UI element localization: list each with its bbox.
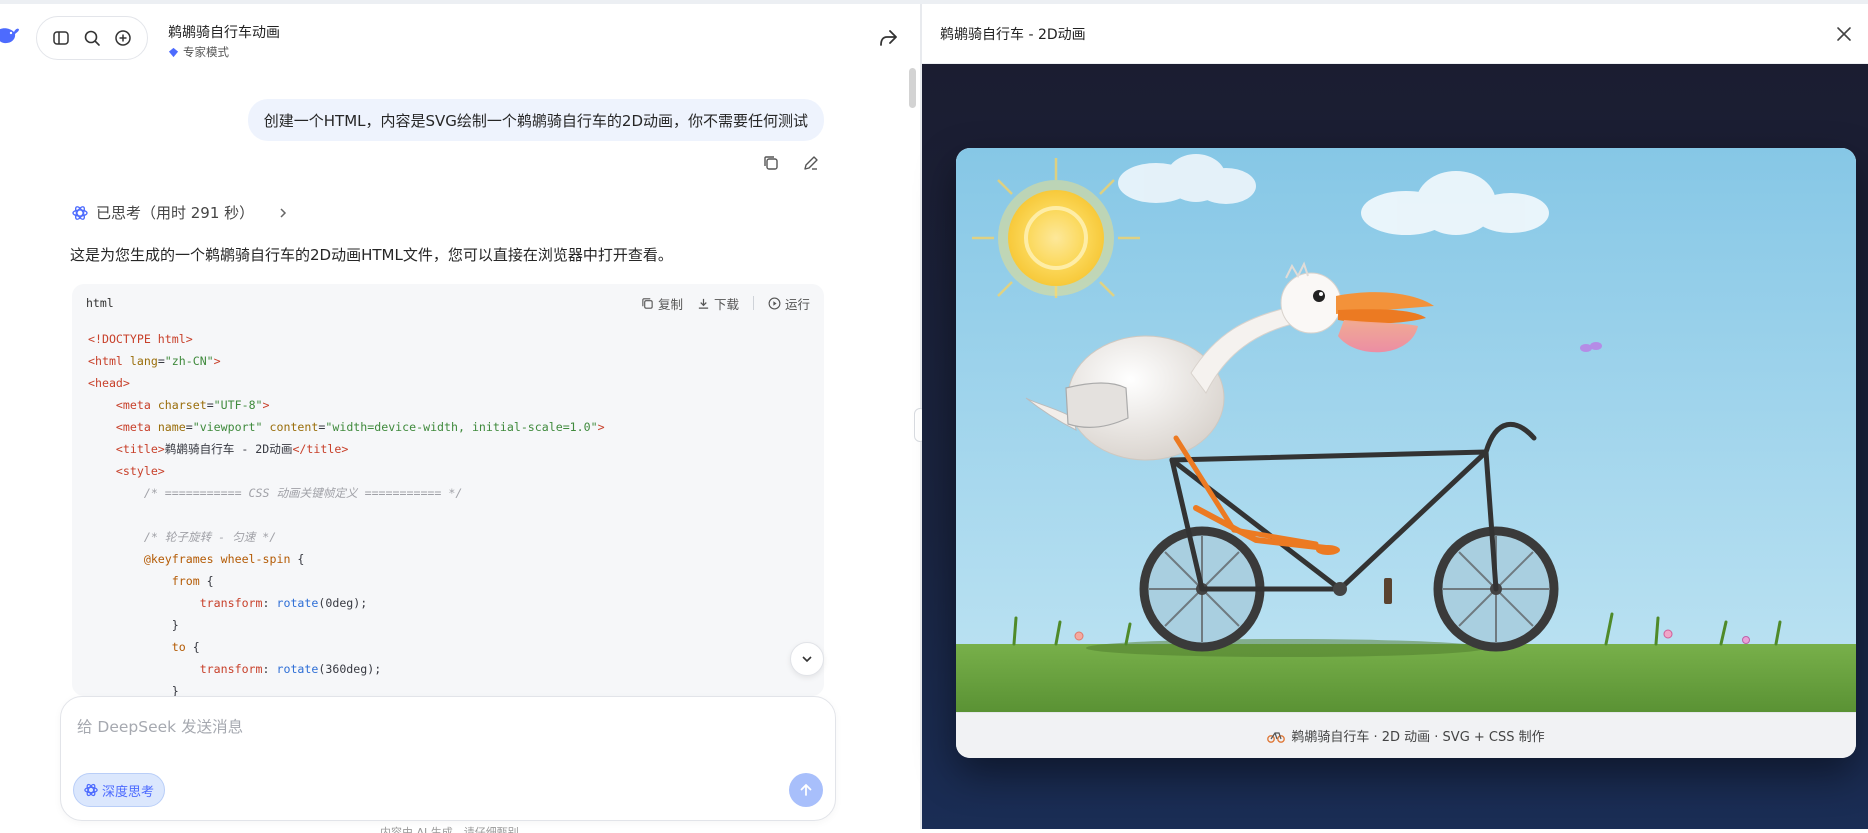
toolbar-pill	[36, 16, 148, 60]
code-block: html 复制 下载 运行 <!DOCTYPE html> <html lang…	[72, 284, 824, 696]
run-icon	[768, 297, 781, 309]
download-button[interactable]: 下载	[697, 294, 739, 313]
sidebar-toggle-button[interactable]	[47, 24, 75, 52]
assistant-reply: 这是为您生成的一个鹈鹕骑自行车的2D动画HTML文件，您可以直接在浏览器中打开查…	[70, 246, 673, 264]
thought-icon	[84, 783, 98, 797]
action-divider	[752, 296, 754, 310]
user-message: 创建一个HTML，内容是SVG绘制一个鹈鹕骑自行车的2D动画，你不需要任何测试	[247, 99, 824, 141]
message-composer: 给 DeepSeek 发送消息 深度思考	[60, 696, 836, 821]
deepseek-logo[interactable]	[0, 24, 20, 46]
copy-code-label: 复制	[657, 296, 683, 312]
thought-label: 已思考（用时 291 秒）	[96, 204, 255, 222]
preview-header: 鹈鹕骑自行车 - 2D动画	[922, 4, 1868, 64]
search-icon	[84, 30, 100, 46]
preview-title: 鹈鹕骑自行车 - 2D动画	[940, 26, 1086, 43]
run-button[interactable]: 运行	[768, 294, 810, 313]
message-actions	[762, 154, 820, 172]
preview-pane: 鹈鹕骑自行车 - 2D动画 鹈鹕骑自行车 · 2D 动画 · SVG + CSS…	[922, 4, 1868, 829]
preview-stage: 鹈鹕骑自行车 · 2D 动画 · SVG + CSS 制作	[922, 64, 1868, 829]
chat-scrollbar[interactable]	[908, 66, 916, 696]
code-content: <!DOCTYPE html> <html lang="zh-CN"> <hea…	[88, 332, 605, 696]
diamond-icon	[168, 47, 179, 57]
chat-scrollbar-thumb[interactable]	[909, 68, 916, 108]
mode-label: 专家模式	[183, 45, 229, 59]
close-icon[interactable]	[1834, 24, 1854, 44]
code-block-header: html 复制 下载 运行	[72, 284, 824, 322]
download-icon	[698, 298, 709, 309]
preview-caption: 鹈鹕骑自行车 · 2D 动画 · SVG + CSS 制作	[956, 712, 1856, 758]
chevron-down-icon	[802, 656, 812, 663]
new-chat-icon	[115, 30, 132, 46]
share-icon[interactable]	[876, 26, 900, 50]
animation-card: 鹈鹕骑自行车 · 2D 动画 · SVG + CSS 制作	[956, 148, 1856, 758]
caption-text: 鹈鹕骑自行车 · 2D 动画 · SVG + CSS 制作	[1291, 730, 1545, 745]
new-chat-button[interactable]	[109, 24, 137, 52]
deep-think-label: 深度思考	[102, 784, 155, 800]
ai-disclaimer: 内容由 AI 生成，请仔细甄别	[380, 826, 519, 833]
copy-icon	[642, 297, 653, 309]
chat-pane: 鹈鹕骑自行车动画 专家模式 创建一个HTML，内容是SVG绘制一个鹈鹕骑自行车的…	[0, 4, 920, 833]
deep-think-toggle[interactable]: 深度思考	[73, 773, 166, 807]
copy-code-button[interactable]: 复制	[641, 294, 683, 313]
scroll-to-bottom-button[interactable]	[790, 642, 824, 676]
pelican-bike-scene	[956, 148, 1856, 712]
download-label: 下载	[713, 296, 739, 312]
conversation-title[interactable]: 鹈鹕骑自行车动画	[168, 22, 280, 42]
chevron-right-icon	[280, 207, 287, 218]
user-message-text: 创建一个HTML，内容是SVG绘制一个鹈鹕骑自行车的2D动画，你不需要任何测试	[263, 111, 808, 130]
thought-icon	[72, 205, 88, 220]
code-language: html	[86, 296, 114, 310]
edit-icon[interactable]	[802, 154, 820, 172]
thought-toggle[interactable]: 已思考（用时 291 秒）	[72, 202, 290, 223]
send-button[interactable]	[789, 773, 823, 807]
send-arrow-icon	[800, 784, 812, 796]
mode-badge: 专家模式	[168, 44, 229, 60]
search-button[interactable]	[78, 24, 106, 52]
message-input[interactable]: 给 DeepSeek 发送消息	[77, 715, 243, 737]
run-label: 运行	[784, 296, 810, 312]
sidebar-toggle-icon	[52, 31, 69, 45]
bicycle-icon	[1267, 731, 1286, 743]
copy-icon[interactable]	[762, 154, 780, 172]
